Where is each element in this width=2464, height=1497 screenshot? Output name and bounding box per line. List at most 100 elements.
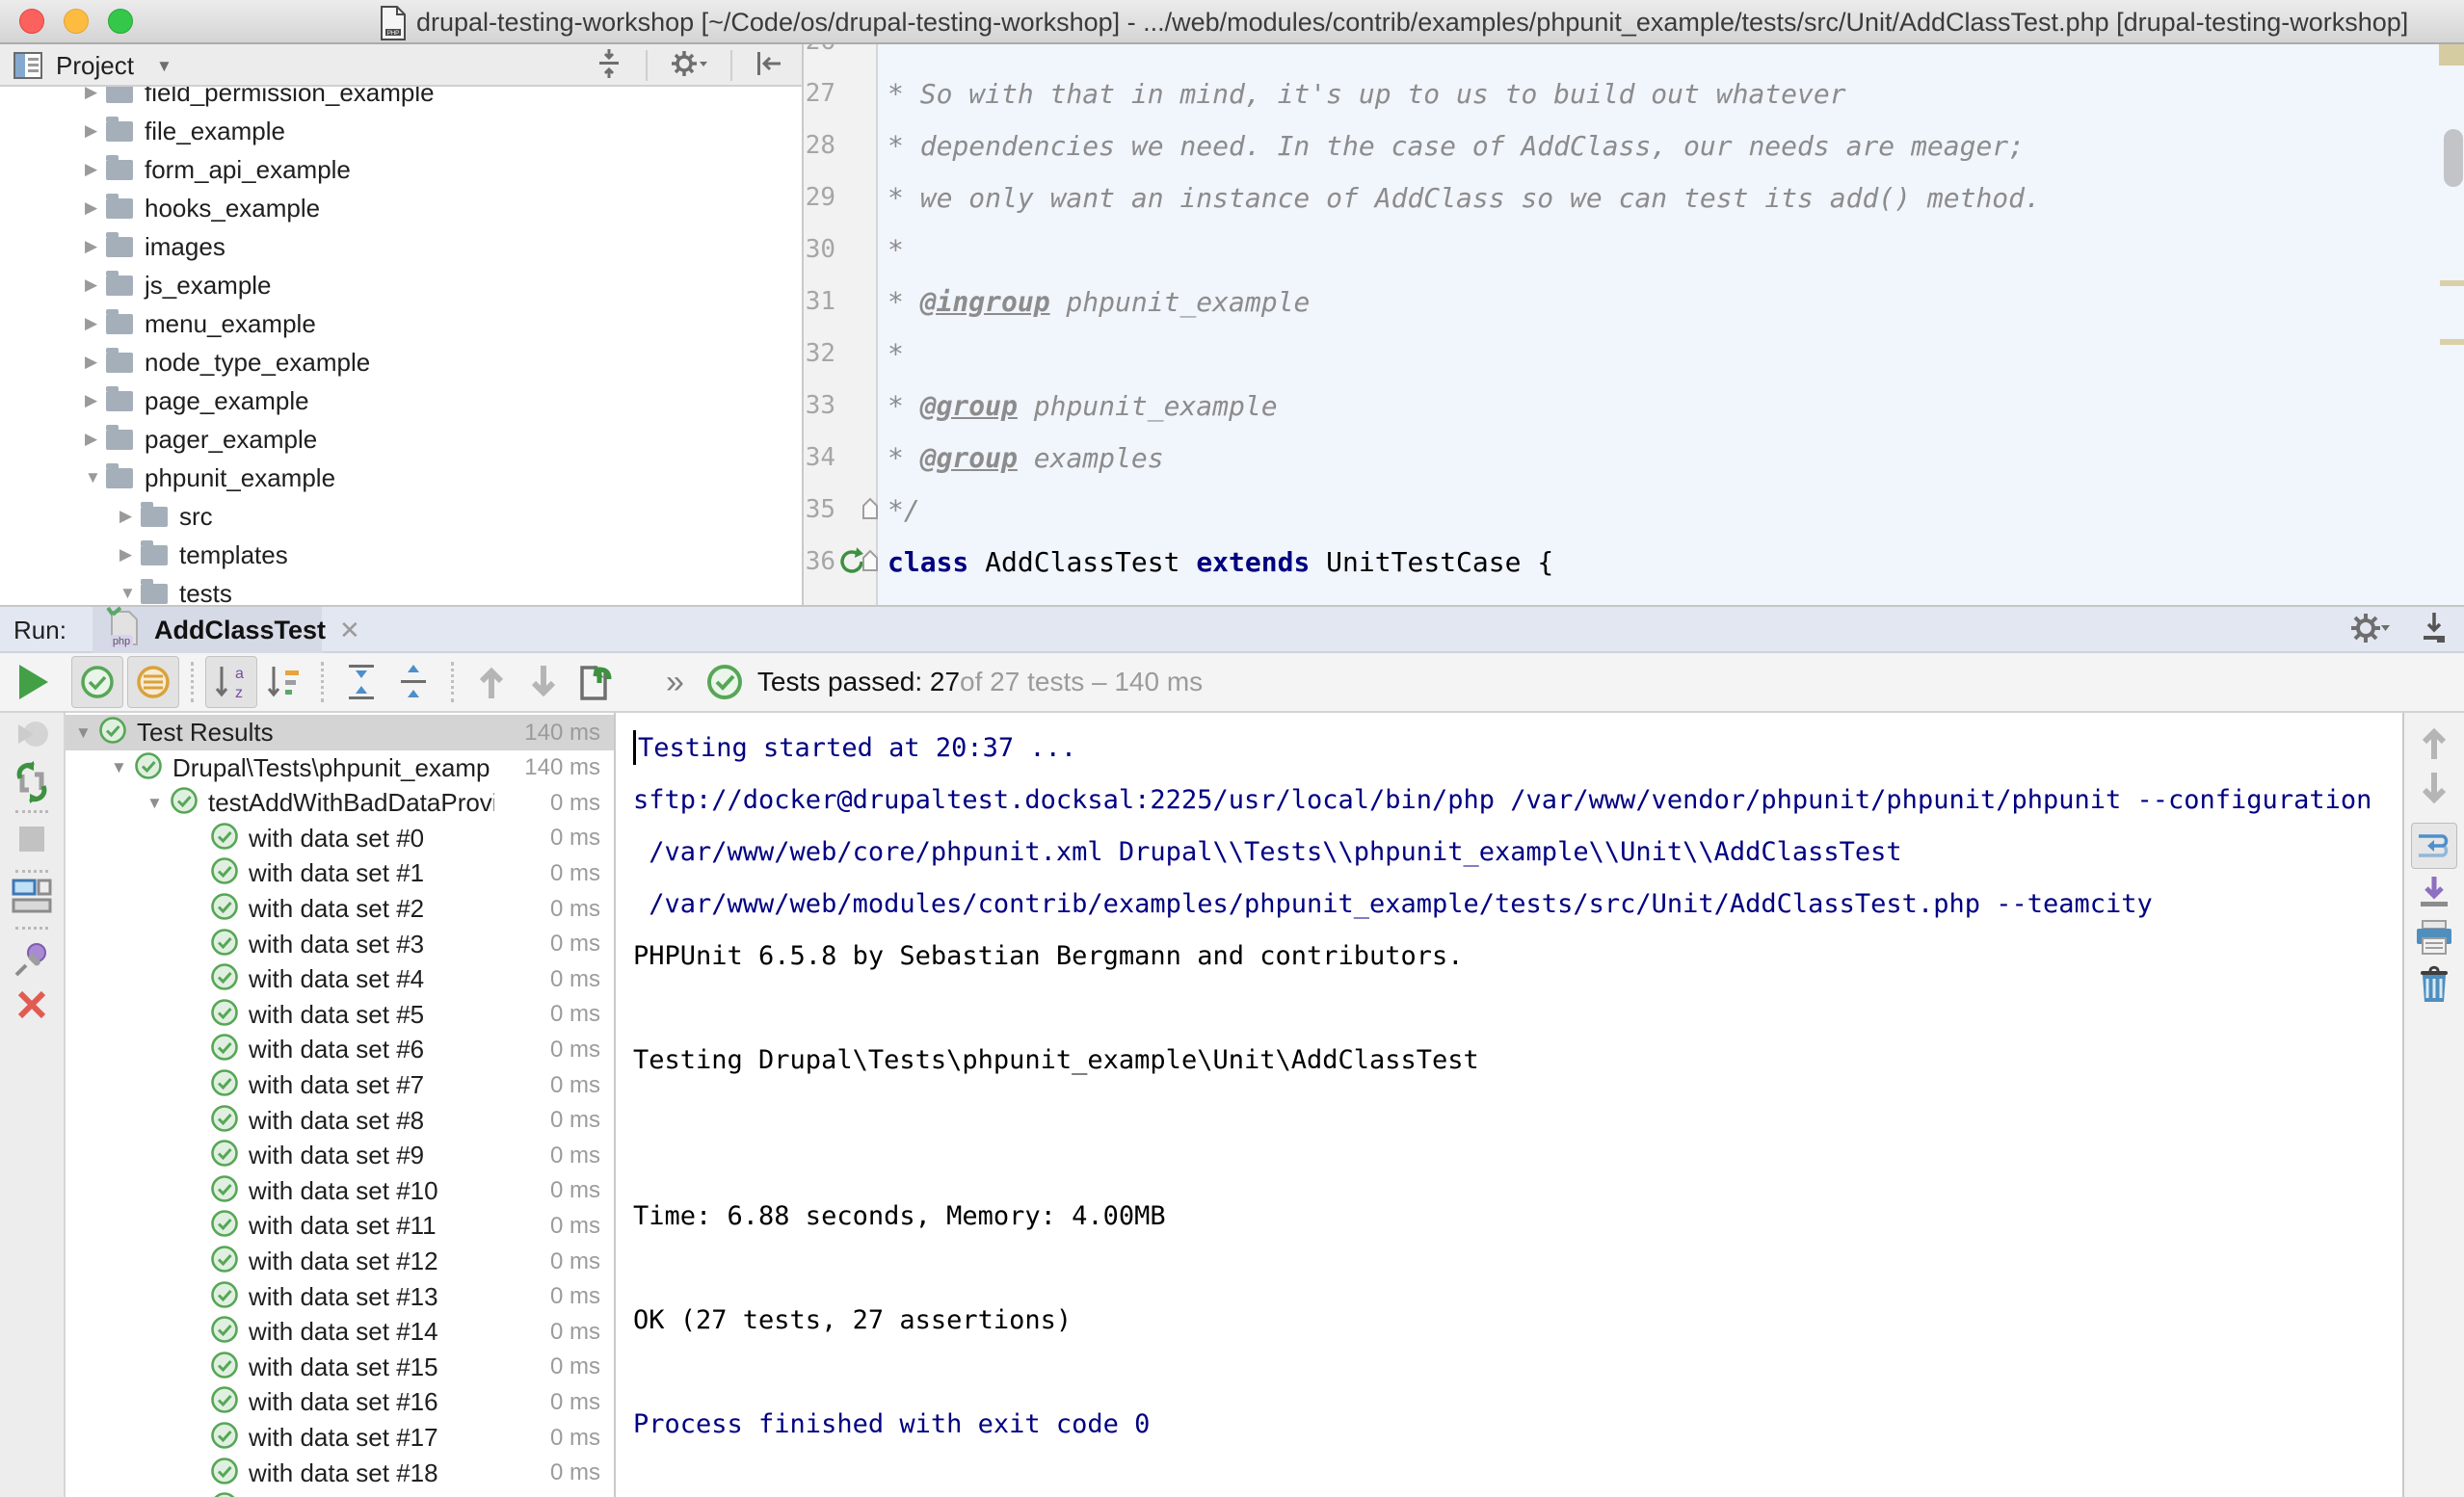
hide-panel-icon[interactable]	[754, 48, 784, 84]
run-tab-addclasstest[interactable]: php AddClassTest ✕	[93, 607, 322, 653]
fold-marker-icon[interactable]	[861, 549, 879, 577]
collapse-all-button[interactable]	[387, 656, 439, 708]
editor-line-31[interactable]: 31* @ingroup phpunit_example	[804, 276, 2464, 328]
scroll-up-icon[interactable]	[2418, 724, 2451, 766]
editor-scrollbar[interactable]	[2444, 129, 2463, 187]
chevron-collapsed-icon[interactable]: ▶	[85, 87, 106, 102]
toggle-auto-test-icon[interactable]	[11, 761, 53, 808]
project-tree-item-form_api_example[interactable]: ▶form_api_example	[0, 150, 802, 189]
test-tree-item[interactable]: with data set #20 ms	[66, 891, 614, 927]
expand-all-button[interactable]	[335, 656, 387, 708]
chevron-collapsed-icon[interactable]: ▶	[119, 545, 141, 565]
editor[interactable]: 2627* So with that in mind, it's up to u…	[804, 44, 2464, 605]
test-tree-item[interactable]: with data set #160 ms	[66, 1384, 614, 1420]
test-tree-item[interactable]: with data set #120 ms	[66, 1244, 614, 1279]
test-tree-item[interactable]: with data set #100 ms	[66, 1173, 614, 1209]
hide-run-panel-icon[interactable]	[2418, 611, 2451, 650]
chevron-down-icon[interactable]: ▼	[156, 57, 172, 76]
scroll-down-icon[interactable]	[2418, 771, 2451, 812]
rerun-failed-tests-icon[interactable]	[13, 717, 51, 760]
stop-icon[interactable]	[17, 825, 46, 858]
next-occurrence-button[interactable]	[517, 656, 570, 708]
test-tree-item[interactable]: with data set #90 ms	[66, 1138, 614, 1173]
run-console[interactable]: Testing started at 20:37 ...sftp://docke…	[614, 713, 2402, 1497]
chevron-collapsed-icon[interactable]: ▶	[85, 160, 106, 179]
chevron-collapsed-icon[interactable]: ▶	[119, 507, 141, 526]
chevron-collapsed-icon[interactable]: ▶	[85, 391, 106, 410]
previous-occurrence-button[interactable]	[465, 656, 517, 708]
sort-by-duration-button[interactable]	[257, 656, 309, 708]
chevron-expanded-icon[interactable]: ▼	[75, 723, 98, 743]
restore-layout-icon[interactable]	[12, 879, 52, 920]
chevron-collapsed-icon[interactable]: ▶	[85, 198, 106, 218]
test-tree-item[interactable]: with data set #30 ms	[66, 927, 614, 962]
editor-line-33[interactable]: 33* @group phpunit_example	[804, 380, 2464, 432]
editor-line-35[interactable]: 35*/	[804, 484, 2464, 536]
chevron-collapsed-icon[interactable]: ▶	[85, 237, 106, 256]
project-tree-item-page_example[interactable]: ▶page_example	[0, 381, 802, 420]
test-tree-item[interactable]: with data set #70 ms	[66, 1067, 614, 1103]
project-tree-item-tests[interactable]: ▼tests	[0, 574, 802, 607]
collapse-all-icon[interactable]	[594, 47, 624, 85]
project-panel-header[interactable]: Project ▼	[0, 44, 802, 87]
chevron-expanded-icon[interactable]: ▼	[85, 468, 106, 487]
chevron-collapsed-icon[interactable]: ▶	[85, 353, 106, 372]
test-tree-item[interactable]: ▼Test Results140 ms	[66, 715, 614, 750]
test-tree-item[interactable]: with data set #150 ms	[66, 1350, 614, 1385]
project-tree-item-src[interactable]: ▶src	[0, 497, 802, 536]
soft-wrap-toggle[interactable]	[2411, 823, 2457, 869]
test-tree-item[interactable]: ▼testAddWithBadDataProvid0 ms	[66, 785, 614, 821]
more-actions-chevron[interactable]: »	[666, 664, 684, 701]
chevron-expanded-icon[interactable]: ▼	[146, 794, 170, 813]
project-tree-item-pager_example[interactable]: ▶pager_example	[0, 420, 802, 459]
project-tree-item-js_example[interactable]: ▶js_example	[0, 266, 802, 304]
editor-line-30[interactable]: 30*	[804, 223, 2464, 276]
test-tree-item[interactable]: with data set #180 ms	[66, 1456, 614, 1491]
project-tree-item-templates[interactable]: ▶templates	[0, 536, 802, 574]
print-icon[interactable]	[2415, 919, 2453, 960]
export-test-results-button[interactable]	[570, 656, 622, 708]
test-tree-item[interactable]: with data set #140 ms	[66, 1314, 614, 1350]
project-tree-item-hooks_example[interactable]: ▶hooks_example	[0, 189, 802, 227]
fold-marker-icon[interactable]	[861, 497, 879, 525]
chevron-collapsed-icon[interactable]: ▶	[85, 314, 106, 333]
minimize-window-button[interactable]	[64, 9, 89, 34]
test-tree-item[interactable]: with data set #50 ms	[66, 997, 614, 1033]
close-icon[interactable]	[15, 988, 48, 1026]
project-tree-item-node_type_example[interactable]: ▶node_type_example	[0, 343, 802, 381]
editor-line-34[interactable]: 34* @group examples	[804, 432, 2464, 484]
show-ignored-toggle[interactable]	[127, 656, 179, 708]
project-tree-item-menu_example[interactable]: ▶menu_example	[0, 304, 802, 343]
test-tree-item[interactable]: with data set #110 ms	[66, 1208, 614, 1244]
zoom-window-button[interactable]	[108, 9, 133, 34]
scroll-to-end-icon[interactable]	[2417, 875, 2451, 914]
chevron-expanded-icon[interactable]: ▼	[111, 758, 134, 777]
editor-line-32[interactable]: 32*	[804, 328, 2464, 380]
test-tree-item[interactable]: with data set #60 ms	[66, 1032, 614, 1067]
project-tree-item-phpunit_example[interactable]: ▼phpunit_example	[0, 459, 802, 497]
test-tree-item[interactable]: with data set #40 ms	[66, 961, 614, 997]
chevron-collapsed-icon[interactable]: ▶	[85, 121, 106, 141]
rerun-button[interactable]	[8, 656, 60, 708]
test-tree-item[interactable]: with data set #170 ms	[66, 1420, 614, 1456]
chevron-collapsed-icon[interactable]: ▶	[85, 430, 106, 449]
test-tree-item[interactable]: with data set #130 ms	[66, 1279, 614, 1315]
test-tree-item[interactable]: with data set #80 ms	[66, 1103, 614, 1139]
test-tree-item[interactable]: ▼Drupal\Tests\phpunit_examp140 ms	[66, 750, 614, 786]
gear-icon[interactable]	[669, 47, 709, 85]
close-tab-icon[interactable]: ✕	[339, 616, 360, 645]
project-tree-item-images[interactable]: ▶images	[0, 227, 802, 266]
test-tree-item[interactable]: with data set #190 ms	[66, 1490, 614, 1497]
sort-alphabetically-toggle[interactable]: az	[205, 656, 257, 708]
editor-line-27[interactable]: 27* So with that in mind, it's up to us …	[804, 67, 2464, 119]
editor-line-26[interactable]: 26	[804, 44, 2464, 67]
close-window-button[interactable]	[19, 9, 44, 34]
pin-icon[interactable]	[13, 940, 51, 984]
chevron-collapsed-icon[interactable]: ▶	[85, 276, 106, 295]
project-tree-item-field_permission_example[interactable]: ▶field_permission_example	[0, 87, 802, 112]
gear-icon[interactable]	[2348, 611, 2393, 650]
test-tree-item[interactable]: with data set #10 ms	[66, 855, 614, 891]
test-tree-item[interactable]: with data set #00 ms	[66, 821, 614, 856]
editor-line-36[interactable]: 36class AddClassTest extends UnitTestCas…	[804, 536, 2464, 588]
editor-line-29[interactable]: 29* we only want an instance of AddClass…	[804, 171, 2464, 223]
